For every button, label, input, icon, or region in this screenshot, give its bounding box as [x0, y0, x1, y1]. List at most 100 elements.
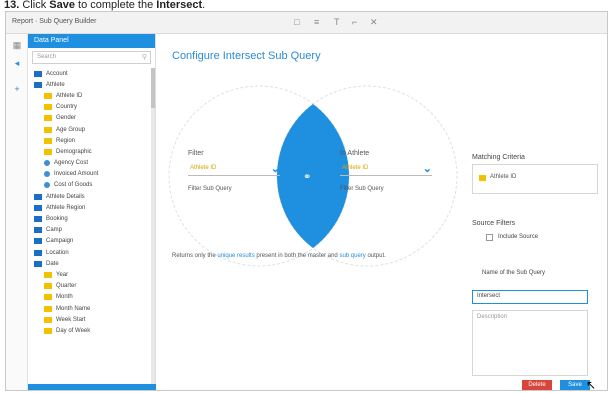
chevron-down-icon[interactable]: ⌄	[271, 162, 280, 175]
tree-item-label: Region	[56, 137, 76, 144]
box-tool-icon[interactable]: □	[294, 17, 299, 28]
tree-item[interactable]: Year	[28, 269, 152, 280]
filter-tool-icon[interactable]: ⌐	[352, 17, 357, 28]
panel-header: Data Panel	[28, 34, 155, 48]
tree-item-label: Month Name	[56, 305, 91, 312]
top-toolbar: Report · Sub Query Builder □ ≡ T ⌐ ✕	[6, 12, 607, 34]
tree-item-label: Demographic	[56, 148, 92, 155]
tree-item[interactable]: Booking	[28, 213, 152, 224]
tree-item-label: Year	[56, 271, 69, 278]
chevron-down-icon[interactable]: ⌄	[423, 162, 432, 175]
tree-item[interactable]: Location	[28, 247, 152, 258]
tree-item[interactable]: Campaign	[28, 236, 152, 247]
left-sub-label: Filter Sub Query	[188, 186, 232, 192]
matching-criteria-box: Athlete ID	[472, 164, 598, 194]
tree-item-label: Agency Cost	[54, 160, 89, 167]
tree-item[interactable]: Invoiced Amount	[28, 169, 152, 180]
tree-item[interactable]: Demographic	[28, 146, 152, 157]
folder-icon	[34, 260, 42, 267]
page-title: Configure Intersect Sub Query	[172, 50, 321, 62]
collapse-icon[interactable]: ◂	[12, 58, 22, 68]
matching-criteria-label: Matching Criteria	[472, 154, 525, 161]
scrollbar-thumb[interactable]	[151, 68, 155, 108]
tree-item[interactable]: Date	[28, 258, 152, 269]
right-field-value: Athlete ID	[342, 165, 369, 171]
field-icon	[44, 148, 52, 155]
tree-item-label: Booking	[46, 216, 68, 223]
tree-item-label: Quarter	[56, 283, 77, 290]
add-icon[interactable]: +	[12, 84, 22, 94]
tree-item[interactable]: Country	[28, 102, 152, 113]
field-icon	[44, 92, 52, 99]
data-panel: Data Panel Search ⚲ Account Athlete Athlet…	[28, 34, 156, 390]
right-sub-label: Filter Sub Query	[340, 186, 384, 192]
field-icon	[44, 327, 52, 334]
tree-item[interactable]: Month	[28, 292, 152, 303]
text-tool-icon[interactable]: T	[334, 17, 340, 28]
tree-item-label: Location	[46, 249, 69, 256]
panel-footer	[28, 384, 156, 390]
tree-item-label: Athlete	[46, 81, 65, 88]
tree-item[interactable]: Agency Cost	[28, 158, 152, 169]
field-icon	[44, 271, 52, 278]
delete-button[interactable]: Delete	[522, 380, 552, 390]
tree-item-label: Country	[56, 104, 78, 111]
tree-item[interactable]: Cost of Goods	[28, 180, 152, 191]
unique-results-link[interactable]: unique results	[217, 253, 254, 259]
search-icon[interactable]: ⚲	[142, 53, 147, 61]
settings-column: Matching Criteria Athlete ID Source Filt…	[472, 34, 602, 391]
tree-item-label: Month	[56, 294, 73, 301]
mouse-cursor-icon: ↖	[586, 378, 597, 391]
intersection-area[interactable]	[277, 104, 349, 248]
field-icon	[44, 115, 52, 122]
instruction-caption: 13. Click Save to complete the Intersect…	[4, 0, 206, 11]
tree-item-label: Cost of Goods	[54, 182, 93, 189]
app-window: Report · Sub Query Builder □ ≡ T ⌐ ✕ ▦ ◂…	[5, 11, 608, 391]
tree-item[interactable]: Gender	[28, 113, 152, 124]
field-icon	[44, 137, 52, 144]
tree-item-label: Week Start	[56, 316, 86, 323]
tree-item[interactable]: Athlete	[28, 79, 152, 90]
matching-chip-text: Athlete ID	[490, 174, 517, 180]
tree-scrollbar[interactable]	[151, 68, 155, 384]
folder-icon	[34, 216, 42, 223]
tree-item-label: Account	[46, 70, 68, 77]
description-textarea[interactable]: Description	[472, 310, 588, 376]
right-field-dropdown[interactable]: Athlete ID ⌄	[340, 162, 432, 176]
subquery-name-label: Name of the Sub Query	[482, 270, 546, 276]
tree-item[interactable]: Region	[28, 135, 152, 146]
field-icon	[44, 126, 52, 133]
tree-item[interactable]: Camp	[28, 225, 152, 236]
tree-item[interactable]: Week Start	[28, 314, 152, 325]
breadcrumb: Report · Sub Query Builder	[12, 18, 97, 25]
folder-icon	[34, 81, 42, 88]
subquery-name-input[interactable]: Intersect	[472, 290, 588, 304]
tree-item[interactable]: Athlete Details	[28, 191, 152, 202]
sub-query-link[interactable]: sub query	[339, 253, 365, 259]
list-tool-icon[interactable]: ≡	[314, 17, 319, 28]
field-icon	[44, 316, 52, 323]
tree-item[interactable]: Athlete Region	[28, 202, 152, 213]
close-tool-icon[interactable]: ✕	[370, 17, 378, 28]
folder-icon	[34, 193, 42, 200]
field-icon	[44, 294, 52, 301]
field-icon	[44, 305, 52, 312]
tree-item[interactable]: Athlete ID	[28, 90, 152, 101]
tree-item-label: Gender	[56, 115, 77, 122]
tree-item-label: Date	[46, 260, 59, 267]
include-source-checkbox[interactable]	[486, 234, 493, 241]
panel-search-input[interactable]: Search ⚲	[32, 51, 151, 64]
field-icon	[44, 160, 50, 167]
tree-item[interactable]: Day of Week	[28, 325, 152, 336]
tree-item[interactable]: Month Name	[28, 303, 152, 314]
tree-item[interactable]: Quarter	[28, 281, 152, 292]
folder-icon	[34, 204, 42, 211]
search-placeholder: Search	[37, 54, 57, 60]
left-field-dropdown[interactable]: Athlete ID ⌄	[188, 162, 280, 176]
tree-item-label: Campaign	[46, 238, 74, 245]
tree-item[interactable]: Account	[28, 68, 152, 79]
field-icon	[44, 182, 50, 189]
link-icon: ⚭	[303, 172, 311, 183]
grid-icon[interactable]: ▦	[12, 40, 22, 50]
tree-item[interactable]: Age Group	[28, 124, 152, 135]
